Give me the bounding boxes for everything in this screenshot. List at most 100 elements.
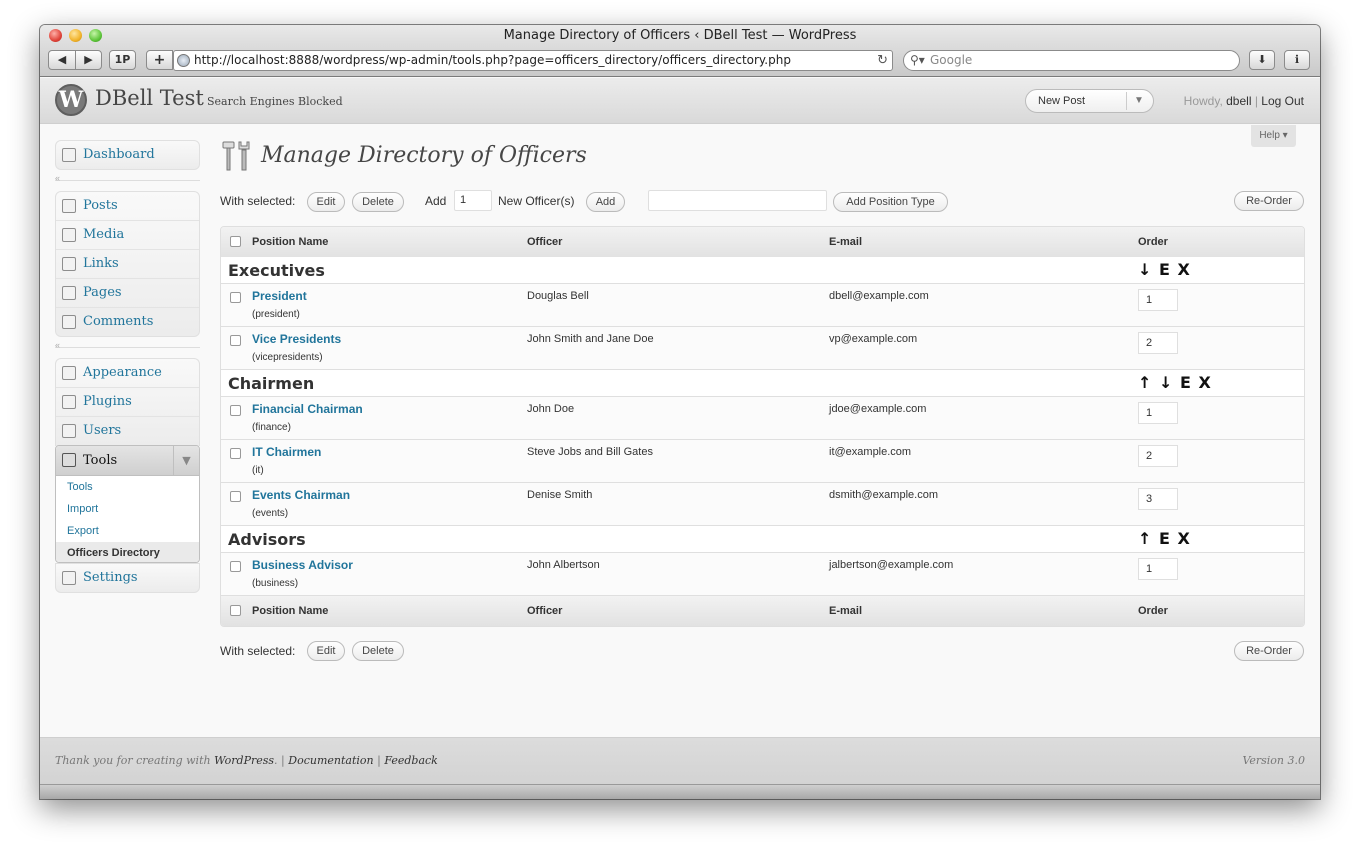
sidebar-item-pages[interactable]: Pages (56, 279, 199, 308)
help-tab-button[interactable]: Help ▾ (1251, 125, 1296, 147)
column-header-order[interactable]: Order (1138, 605, 1168, 617)
documentation-link[interactable]: Documentation (288, 754, 373, 767)
admin-footer: Thank you for creating with WordPress. |… (40, 737, 1320, 784)
group-actions[interactable]: ↓ E X (1138, 260, 1190, 279)
row-checkbox[interactable] (230, 491, 241, 502)
sidebar-item-tools[interactable]: Tools ▼ (56, 446, 199, 476)
column-header-officer[interactable]: Officer (527, 605, 562, 617)
plugins-plug-icon (62, 395, 76, 409)
back-button[interactable]: ◀ (48, 50, 76, 70)
edit-selected-button[interactable]: Edit (307, 192, 345, 212)
row-checkbox[interactable] (230, 335, 241, 346)
submenu-item-officers-directory[interactable]: Officers Directory (56, 542, 199, 562)
submenu-item-import[interactable]: Import (56, 498, 199, 520)
column-header-officer[interactable]: Officer (527, 236, 562, 248)
position-name-link[interactable]: IT Chairmen (252, 445, 321, 459)
sidebar-item-plugins[interactable]: Plugins (56, 388, 199, 417)
menu-group-settings: Settings (55, 563, 200, 593)
search-engines-blocked-link[interactable]: Search Engines Blocked (207, 95, 343, 108)
reload-icon[interactable]: ↻ (877, 51, 888, 70)
sidebar-item-label: Users (83, 423, 122, 438)
address-bar[interactable]: http://localhost:8888/wordpress/wp-admin… (173, 50, 893, 71)
chevron-down-icon[interactable]: ▼ (173, 446, 199, 475)
username-link[interactable]: dbell (1226, 94, 1251, 108)
position-name-link[interactable]: Financial Chairman (252, 402, 363, 416)
wordpress-link[interactable]: WordPress (214, 754, 274, 767)
media-icon (62, 228, 76, 242)
reorder-button[interactable]: Re-Order (1234, 191, 1304, 211)
position-name-link[interactable]: Business Advisor (252, 558, 353, 572)
pages-icon (62, 286, 76, 300)
column-header-order[interactable]: Order (1138, 236, 1168, 248)
row-checkbox[interactable] (230, 448, 241, 459)
group-name: Advisors (228, 530, 306, 549)
feedback-link[interactable]: Feedback (384, 754, 438, 767)
sidebar-item-posts[interactable]: Posts (56, 192, 199, 221)
sidebar-item-dashboard[interactable]: Dashboard (56, 141, 199, 170)
sidebar-item-comments[interactable]: Comments (56, 308, 199, 337)
position-name-link[interactable]: President (252, 289, 307, 303)
position-name-link[interactable]: Events Chairman (252, 488, 350, 502)
group-actions[interactable]: ↑ ↓ E X (1138, 373, 1211, 392)
select-all-checkbox[interactable] (230, 605, 241, 616)
edit-selected-button[interactable]: Edit (307, 641, 345, 661)
chevron-down-icon[interactable]: ▼ (1134, 90, 1144, 112)
info-button[interactable]: ℹ (1284, 50, 1310, 70)
sidebar-item-settings[interactable]: Settings (56, 564, 199, 593)
url-text: http://localhost:8888/wordpress/wp-admin… (194, 53, 791, 67)
submenu-item-tools[interactable]: Tools (56, 476, 199, 498)
row-checkbox[interactable] (230, 292, 241, 303)
collapse-arrow-icon[interactable]: « (55, 173, 60, 183)
column-header-email[interactable]: E-mail (829, 236, 862, 248)
forward-button[interactable]: ▶ (75, 50, 102, 70)
order-input[interactable]: 1 (1138, 558, 1178, 580)
delete-selected-button[interactable]: Delete (352, 641, 404, 661)
new-post-link[interactable]: New Post (1038, 95, 1085, 107)
site-name-link[interactable]: DBell Test (95, 86, 204, 110)
users-icon (62, 424, 76, 438)
table-row: Events Chairman (events) Denise Smith ds… (221, 483, 1304, 526)
group-actions[interactable]: ↑ E X (1138, 529, 1190, 548)
sidebar-item-label: Plugins (83, 394, 132, 409)
search-field[interactable]: ⚲▾ Google (903, 50, 1240, 71)
collapse-arrow-icon[interactable]: « (55, 340, 60, 350)
with-selected-label: With selected: (220, 644, 296, 658)
add-count-input[interactable]: 1 (454, 190, 492, 211)
menu-separator[interactable]: « (55, 340, 200, 350)
position-name-link[interactable]: Vice Presidents (252, 332, 341, 346)
order-input[interactable]: 3 (1138, 488, 1178, 510)
downloads-button[interactable]: ⬇ (1249, 50, 1275, 70)
menu-separator[interactable]: « (55, 173, 200, 183)
order-input[interactable]: 1 (1138, 289, 1178, 311)
officer-name: John Doe (527, 403, 575, 415)
row-checkbox[interactable] (230, 561, 241, 572)
officer-email: jdoe@example.com (829, 403, 927, 415)
browser-titlebar: Manage Directory of Officers ‹ DBell Tes… (40, 25, 1320, 77)
add-officers-button[interactable]: Add (586, 192, 625, 212)
column-header-email[interactable]: E-mail (829, 605, 862, 617)
table-row: IT Chairmen (it) Steve Jobs and Bill Gat… (221, 440, 1304, 483)
add-position-type-button[interactable]: Add Position Type (833, 192, 948, 212)
column-header-position[interactable]: Position Name (252, 236, 328, 248)
select-all-checkbox[interactable] (230, 236, 241, 247)
sidebar-item-media[interactable]: Media (56, 221, 199, 250)
sidebar-item-users[interactable]: Users (56, 417, 199, 446)
sidebar-item-appearance[interactable]: Appearance (56, 359, 199, 388)
add-bookmark-button[interactable]: + (146, 50, 173, 70)
onepassword-button[interactable]: 1P (109, 50, 136, 70)
order-input[interactable]: 2 (1138, 445, 1178, 467)
row-checkbox[interactable] (230, 405, 241, 416)
delete-selected-button[interactable]: Delete (352, 192, 404, 212)
footer-separator: | (281, 754, 285, 767)
submenu-item-export[interactable]: Export (56, 520, 199, 542)
favorite-actions-dropdown[interactable]: New Post ▼ (1025, 89, 1154, 113)
menu-group-content: Posts Media Links Pages Comments (55, 191, 200, 337)
sidebar-item-links[interactable]: Links (56, 250, 199, 279)
reorder-button[interactable]: Re-Order (1234, 641, 1304, 661)
order-input[interactable]: 1 (1138, 402, 1178, 424)
logout-link[interactable]: Log Out (1261, 94, 1304, 108)
column-header-position[interactable]: Position Name (252, 605, 328, 617)
officer-name: Steve Jobs and Bill Gates (527, 446, 653, 458)
order-input[interactable]: 2 (1138, 332, 1178, 354)
position-type-input[interactable] (648, 190, 827, 211)
